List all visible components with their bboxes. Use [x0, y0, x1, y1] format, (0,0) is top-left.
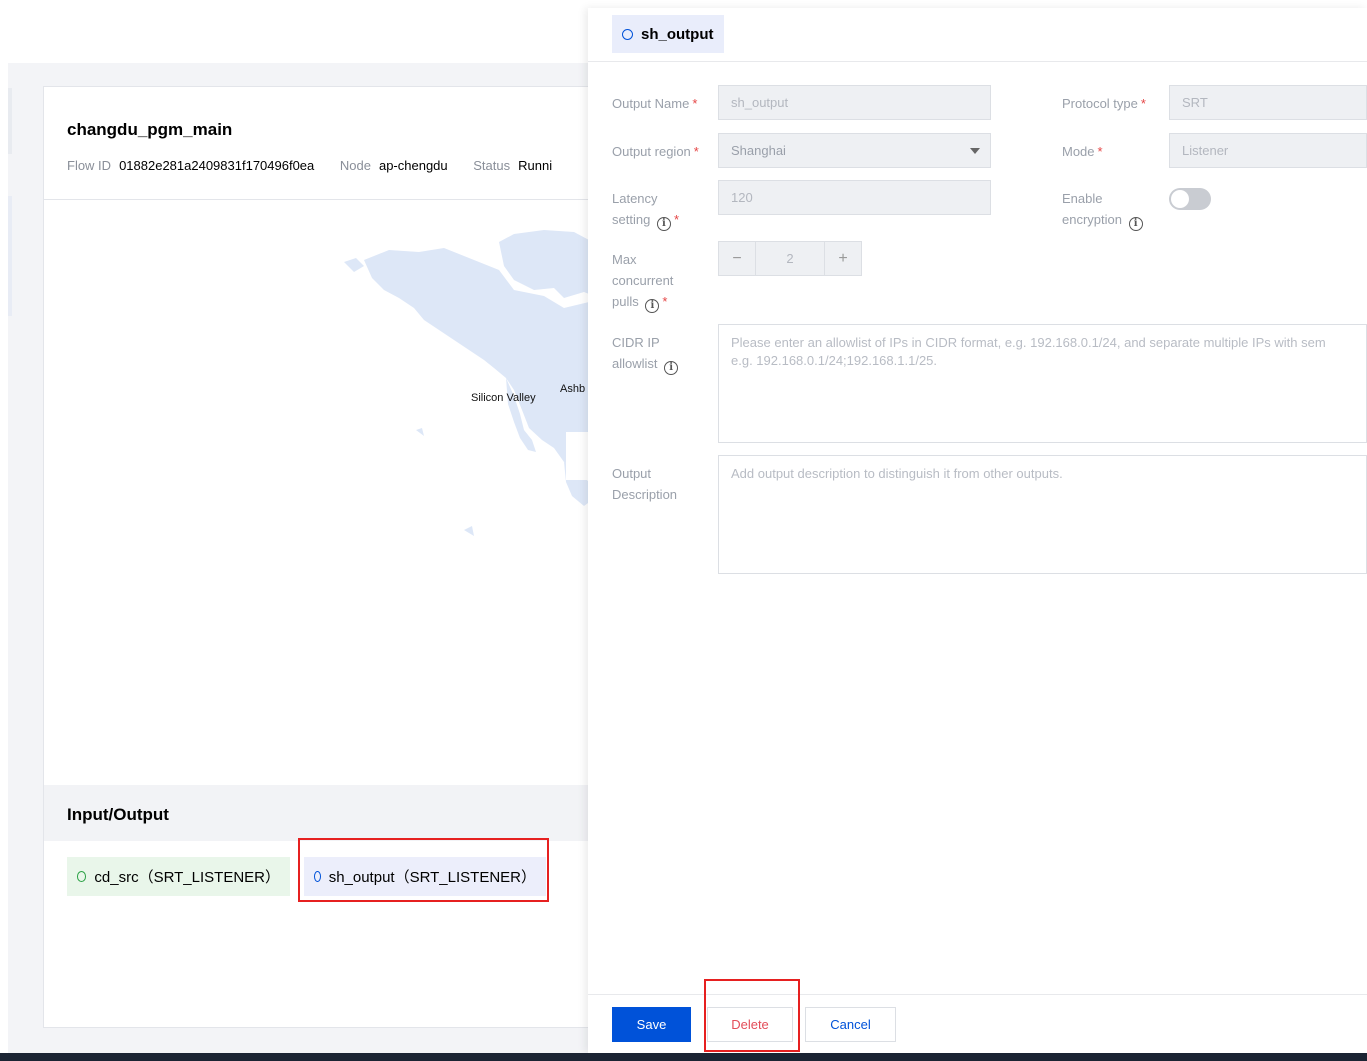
- input-chip-label: cd_src（SRT_LISTENER）: [94, 869, 280, 886]
- max-pulls-label-line1: Max: [612, 252, 637, 267]
- node-value: ap-chengdu: [378, 158, 448, 173]
- mode-field[interactable]: Listener: [1169, 133, 1367, 168]
- output-status-icon: [622, 28, 633, 40]
- drawer-header: sh_output: [588, 8, 1367, 62]
- cidr-label-line2: allowlist: [612, 356, 658, 371]
- world-map: Silicon Valley Ashb: [44, 200, 604, 785]
- bottom-bar: [0, 1053, 1367, 1061]
- output-name-field[interactable]: sh_output: [718, 85, 991, 120]
- flow-title: changdu_pgm_main: [67, 120, 233, 139]
- highlight-box-output: [298, 838, 549, 902]
- status-value: Runni: [518, 158, 553, 173]
- encryption-label-line2: encryption: [1062, 212, 1122, 227]
- description-label-line1: Output: [612, 466, 652, 481]
- encryption-label: Enable encryption i: [1062, 188, 1143, 231]
- cidr-placeholder-line2: e.g. 192.168.0.1/24;192.168.1.1/25.: [731, 353, 938, 368]
- max-pulls-label-line3: pulls: [612, 294, 639, 309]
- latency-label: Latency setting i *: [612, 188, 679, 231]
- chevron-down-icon: [970, 148, 980, 154]
- encryption-label-line1: Enable: [1062, 191, 1103, 206]
- cidr-allowlist-textarea[interactable]: Please enter an allowlist of IPs in CIDR…: [718, 324, 1367, 443]
- map-label-ashburn: Ashb: [560, 383, 586, 395]
- encryption-toggle[interactable]: [1169, 188, 1211, 210]
- max-pulls-label: Max concurrent pulls i *: [612, 249, 673, 313]
- tab-sh-output[interactable]: sh_output: [612, 15, 724, 53]
- tab-label: sh_output: [641, 25, 714, 43]
- max-pulls-label-line2: concurrent: [612, 273, 674, 288]
- status-label: Status: [473, 158, 511, 173]
- io-title: Input/Output: [67, 805, 169, 824]
- max-pulls-value[interactable]: 2: [755, 242, 825, 275]
- flow-meta: Flow ID 01882e281a2409831f170496f0ea Node…: [67, 158, 574, 173]
- output-name-label-text: Output Name: [612, 96, 690, 111]
- input-chip-cd-src[interactable]: cd_src（SRT_LISTENER）: [67, 857, 290, 896]
- output-region-label: Output region *: [612, 141, 699, 162]
- cidr-label: CIDR IP allowlist i: [612, 332, 679, 375]
- cidr-label-line1: CIDR IP: [612, 335, 660, 350]
- latency-label-line2: setting: [612, 212, 651, 227]
- flow-id-label: Flow ID: [67, 158, 112, 173]
- mode-label-text: Mode: [1062, 144, 1095, 159]
- mode-label: Mode *: [1062, 141, 1103, 162]
- description-label: Output Description: [612, 463, 677, 505]
- input-status-icon: [77, 871, 87, 882]
- latency-label-line1: Latency: [612, 191, 658, 206]
- map-label-silicon-valley: Silicon Valley: [471, 392, 536, 404]
- toggle-knob: [1171, 190, 1189, 208]
- required-mark: *: [1097, 144, 1103, 159]
- top-bar: [8, 8, 588, 63]
- required-mark: *: [1140, 96, 1146, 111]
- edit-output-drawer: sh_output Output Name * sh_output Protoco…: [588, 8, 1367, 1053]
- increment-button[interactable]: +: [825, 242, 861, 275]
- flow-id-value: 01882e281a2409831f170496f0ea: [119, 158, 315, 173]
- info-icon[interactable]: i: [1128, 217, 1143, 231]
- description-textarea[interactable]: Add output description to distinguish it…: [718, 455, 1367, 574]
- node-label: Node: [339, 158, 371, 173]
- flow-header: changdu_pgm_main Flow ID 01882e281a240983…: [44, 87, 602, 200]
- info-icon[interactable]: i: [664, 361, 679, 375]
- output-region-value: Shanghai: [731, 143, 786, 158]
- required-mark: *: [673, 212, 679, 227]
- required-mark: *: [662, 294, 668, 309]
- left-nav-strip: [8, 88, 12, 154]
- protocol-type-field[interactable]: SRT: [1169, 85, 1367, 120]
- description-label-line2: Description: [612, 487, 678, 502]
- required-mark: *: [692, 96, 698, 111]
- output-region-label-text: Output region: [612, 144, 691, 159]
- protocol-type-label: Protocol type *: [1062, 93, 1146, 114]
- description-placeholder: Add output description to distinguish it…: [731, 466, 1063, 481]
- output-name-label: Output Name *: [612, 93, 697, 114]
- info-icon[interactable]: i: [656, 217, 671, 231]
- max-pulls-stepper: − 2 +: [718, 241, 862, 276]
- required-mark: *: [693, 144, 699, 159]
- decrement-button[interactable]: −: [719, 242, 755, 275]
- latency-field[interactable]: 120: [718, 180, 991, 215]
- cidr-placeholder-line1: Please enter an allowlist of IPs in CIDR…: [731, 335, 1326, 350]
- io-section-header: Input/Output: [44, 785, 602, 841]
- info-icon[interactable]: i: [645, 299, 660, 313]
- save-button[interactable]: Save: [612, 1007, 691, 1042]
- left-nav-strip-active: [8, 196, 12, 316]
- north-america-map-shape: [344, 230, 604, 536]
- cancel-button[interactable]: Cancel: [805, 1007, 896, 1042]
- highlight-box-delete: [704, 979, 800, 1052]
- output-region-select[interactable]: Shanghai: [718, 133, 991, 168]
- protocol-type-label-text: Protocol type: [1062, 96, 1138, 111]
